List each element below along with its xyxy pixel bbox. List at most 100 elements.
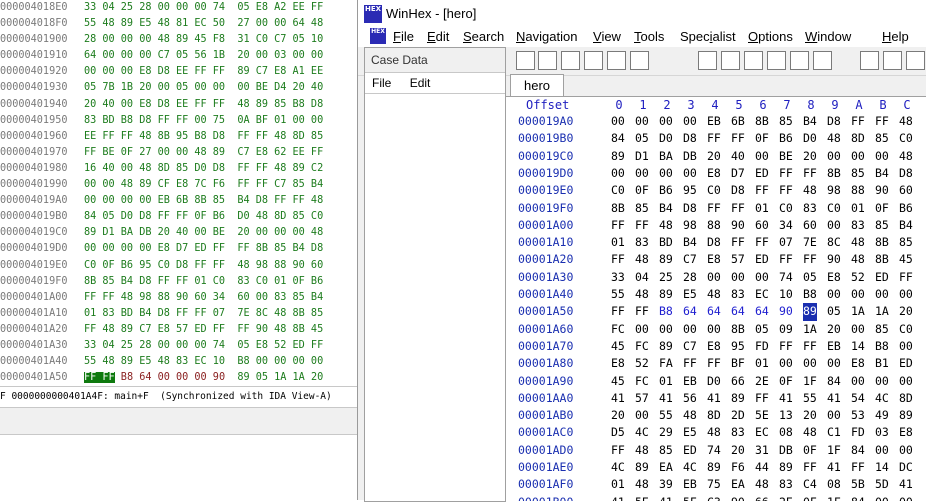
hex-byte[interactable]: 48 (851, 234, 865, 251)
hex-byte[interactable]: 7E (803, 234, 817, 251)
hex-byte[interactable]: C4 (803, 476, 817, 493)
hex-byte[interactable]: 00 (851, 373, 865, 390)
hex-byte[interactable]: 64 (683, 303, 697, 320)
hex-byte[interactable]: EC (755, 286, 769, 303)
hex-byte[interactable]: E5 (683, 286, 697, 303)
hex-byte[interactable]: FF (731, 130, 745, 147)
hex-byte[interactable]: FF (899, 269, 913, 286)
hex-byte[interactable]: 00 (683, 113, 697, 130)
hex-byte[interactable]: 60 (899, 182, 913, 199)
hex-byte[interactable]: EB (827, 338, 841, 355)
hex-byte[interactable]: FC (635, 373, 649, 390)
hex-byte[interactable]: 14 (875, 459, 889, 476)
hex-byte[interactable]: D5 (611, 424, 625, 441)
hex-byte[interactable]: FF (635, 217, 649, 234)
hex-byte[interactable]: FF (803, 338, 817, 355)
hex-byte[interactable]: E8 (899, 424, 913, 441)
hex-byte[interactable]: ED (875, 269, 889, 286)
hex-byte[interactable]: B6 (659, 182, 673, 199)
hex-byte[interactable]: D0 (659, 130, 673, 147)
hex-byte[interactable]: 09 (779, 321, 793, 338)
hex-byte[interactable]: 74 (779, 269, 793, 286)
hex-byte[interactable]: 8B (755, 113, 769, 130)
hex-byte[interactable]: 41 (659, 390, 673, 407)
menu-file[interactable]: File (393, 29, 414, 44)
hex-byte[interactable]: 00 (827, 217, 841, 234)
hex-byte[interactable]: C0 (779, 200, 793, 217)
hex-byte[interactable]: 89 (635, 459, 649, 476)
hex-byte[interactable]: 5E (755, 407, 769, 424)
hex-byte[interactable]: 10 (779, 286, 793, 303)
chart-icon[interactable] (630, 51, 649, 70)
hex-byte[interactable]: 64 (731, 303, 745, 320)
hex-byte[interactable]: 8B (827, 165, 841, 182)
hex-byte[interactable]: 00 (683, 321, 697, 338)
hex-byte[interactable]: B8 (659, 303, 673, 320)
hex-byte[interactable]: 00 (899, 286, 913, 303)
hex-byte[interactable]: 20 (611, 407, 625, 424)
hex-byte[interactable]: 00 (779, 355, 793, 372)
hex-byte[interactable]: 20 (707, 148, 721, 165)
hex-byte[interactable]: E8 (707, 165, 721, 182)
hex-byte[interactable]: FF (707, 355, 721, 372)
case-menu-file[interactable]: File (372, 76, 391, 90)
hex-byte[interactable]: 08 (779, 424, 793, 441)
hex-byte[interactable]: 8D (851, 130, 865, 147)
hex-byte[interactable]: 40 (731, 148, 745, 165)
hex-byte[interactable]: DC (899, 459, 913, 476)
menu-edit[interactable]: Edit (427, 29, 449, 44)
hex-byte[interactable]: EA (659, 459, 673, 476)
hex-byte[interactable]: 64 (755, 303, 769, 320)
hex-byte[interactable]: BF (731, 355, 745, 372)
hex-byte[interactable]: C0 (899, 321, 913, 338)
hex-byte[interactable]: E8 (611, 355, 625, 372)
hex-byte[interactable]: 85 (659, 442, 673, 459)
hex-byte[interactable]: 28 (683, 269, 697, 286)
hex-byte[interactable]: 44 (755, 459, 769, 476)
hex-byte[interactable]: 8C (827, 234, 841, 251)
save-icon[interactable] (561, 51, 580, 70)
hex-byte[interactable]: 01 (659, 373, 673, 390)
hex-byte[interactable]: 00 (635, 165, 649, 182)
hex-byte[interactable]: 13 (779, 407, 793, 424)
hex-byte[interactable]: FD (755, 338, 769, 355)
hex-byte[interactable]: FF (851, 113, 865, 130)
hex-byte[interactable]: 00 (827, 286, 841, 303)
hex-byte[interactable]: FF (707, 200, 721, 217)
hex-byte[interactable]: 57 (731, 251, 745, 268)
hex-byte[interactable]: 89 (779, 459, 793, 476)
hex-byte[interactable]: 98 (827, 182, 841, 199)
hex-byte[interactable]: FF (611, 251, 625, 268)
hex-byte[interactable]: 48 (827, 130, 841, 147)
hex-byte[interactable]: FF (779, 338, 793, 355)
hex-byte[interactable]: 57 (635, 390, 649, 407)
hex-byte[interactable]: 48 (803, 424, 817, 441)
hex-byte[interactable]: 85 (635, 200, 649, 217)
hex-byte[interactable]: 00 (851, 286, 865, 303)
hex-byte[interactable]: 08 (827, 476, 841, 493)
hex-byte[interactable]: 48 (635, 286, 649, 303)
hex-byte[interactable]: 83 (731, 424, 745, 441)
hex-byte[interactable]: 95 (683, 182, 697, 199)
hex-byte[interactable]: 20 (803, 407, 817, 424)
hex-byte[interactable]: 66 (731, 373, 745, 390)
hex-byte[interactable]: C0 (611, 182, 625, 199)
hex-byte[interactable]: 8D (707, 407, 721, 424)
hex-byte[interactable]: 1A (875, 303, 889, 320)
hex-byte[interactable]: 90 (731, 217, 745, 234)
hex-byte[interactable]: 84 (611, 130, 625, 147)
hex-byte[interactable]: 00 (659, 165, 673, 182)
hex-byte[interactable]: FF (851, 459, 865, 476)
hex-byte[interactable]: 07 (779, 234, 793, 251)
hex-byte[interactable]: 89 (731, 390, 745, 407)
hex-byte[interactable]: 31 (755, 442, 769, 459)
hex-byte[interactable]: 05 (803, 269, 817, 286)
hex-byte[interactable]: FF (683, 355, 697, 372)
hex-byte[interactable]: 00 (875, 286, 889, 303)
hex-byte[interactable]: FF (611, 217, 625, 234)
hex-byte[interactable]: 00 (635, 113, 649, 130)
hex-search-icon[interactable] (906, 51, 925, 70)
properties-icon[interactable] (607, 51, 626, 70)
hex-byte[interactable]: FF (803, 165, 817, 182)
hex-byte[interactable]: 00 (635, 321, 649, 338)
